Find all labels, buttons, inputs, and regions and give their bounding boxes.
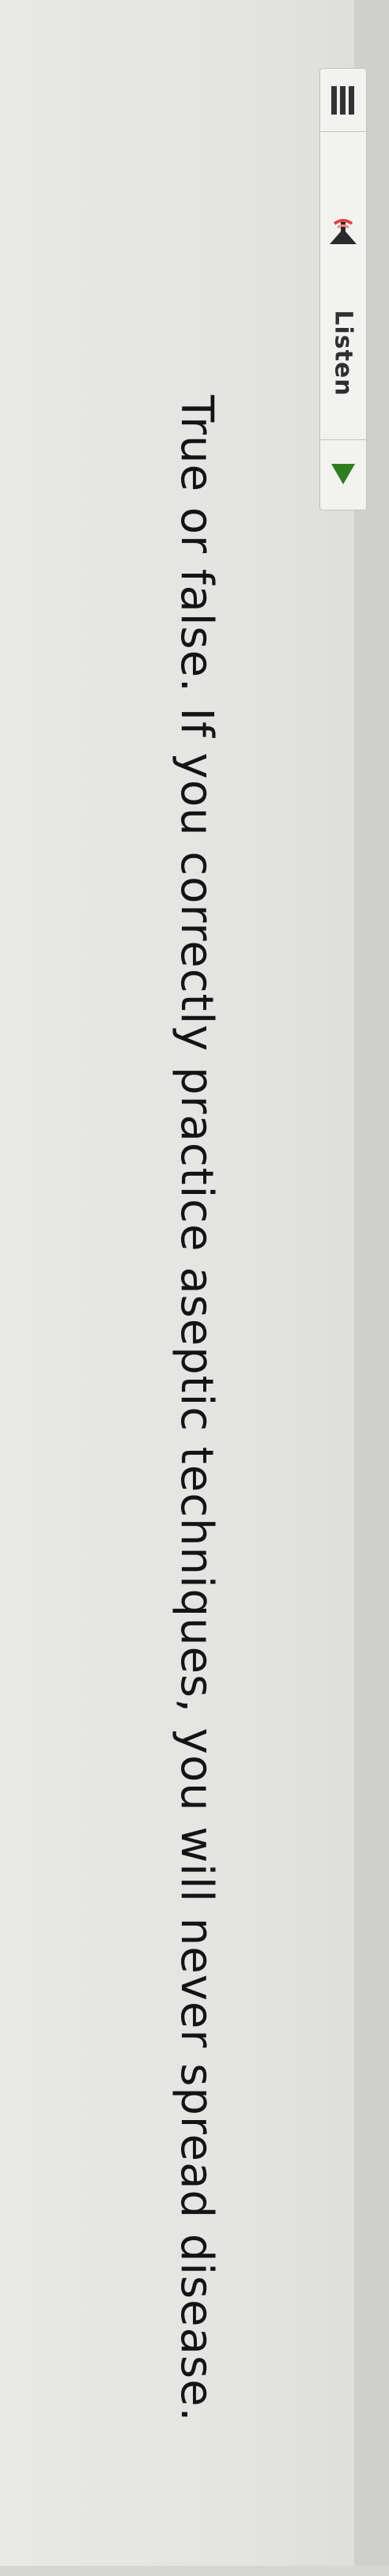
menu-button[interactable] <box>320 69 366 132</box>
play-button[interactable] <box>320 440 366 510</box>
listen-label: Listen <box>329 310 357 397</box>
play-triangle-icon <box>331 464 355 484</box>
hamburger-menu-icon <box>331 86 355 115</box>
screen: Listen True or false. If you correctly p… <box>0 0 389 2566</box>
question-text: True or false. If you correctly practice… <box>171 395 222 2423</box>
speaker-icon <box>330 219 357 244</box>
listen-button[interactable]: Listen <box>320 132 366 440</box>
audio-toolbar: Listen <box>319 68 367 510</box>
